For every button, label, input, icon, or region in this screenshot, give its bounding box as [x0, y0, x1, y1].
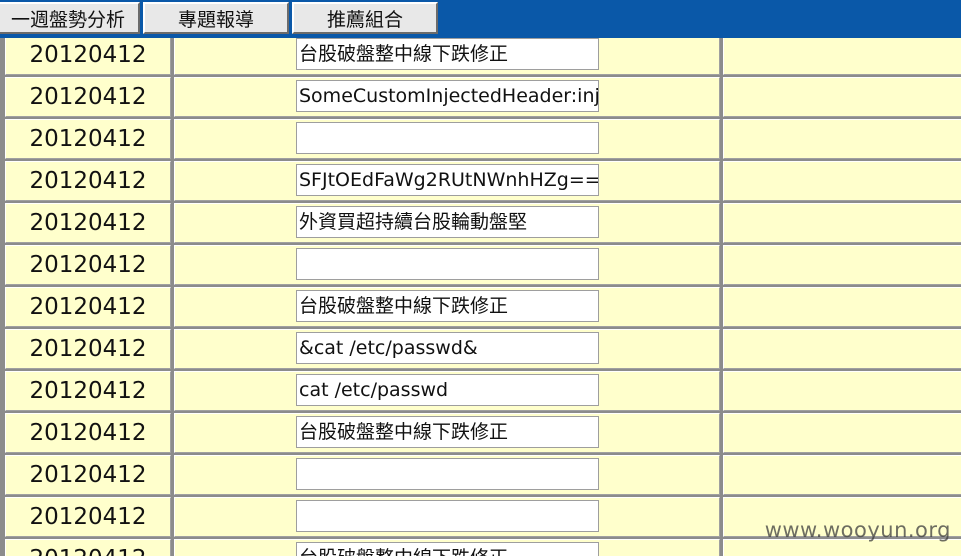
title-field[interactable]: SomeCustomInjectedHeader:injected_by_wvs: [296, 80, 599, 112]
title-cell: 外資買超持續台股輪動盤堅: [174, 203, 720, 243]
date-cell: 20120412: [5, 371, 171, 411]
date-cell: 20120412: [5, 539, 171, 556]
table-row: 20120412 外資買超持續台股輪動盤堅: [0, 203, 961, 245]
empty-cell: [723, 455, 961, 495]
date-cell: 20120412: [5, 77, 171, 117]
title-cell: 台股破盤整中線下跌修正: [174, 38, 720, 75]
date-text: 20120412: [29, 378, 147, 404]
table-row: 20120412 SomeCustomInjectedHeader:injecte…: [0, 77, 961, 119]
empty-cell: [723, 77, 961, 117]
top-tab-bar: 一週盤勢分析 專題報導 推薦組合: [0, 0, 961, 38]
date-text: 20120412: [29, 462, 147, 488]
date-cell: 20120412: [5, 203, 171, 243]
empty-cell: [723, 119, 961, 159]
empty-cell: [723, 161, 961, 201]
date-text: 20120412: [29, 126, 147, 152]
date-cell: 20120412: [5, 245, 171, 285]
title-cell: 台股破盤整中線下跌修正: [174, 413, 720, 453]
empty-cell: [723, 203, 961, 243]
table-row: 20120412: [0, 119, 961, 161]
date-text: 20120412: [29, 42, 147, 68]
table-row: 20120412: [0, 245, 961, 287]
date-text: 20120412: [29, 210, 147, 236]
title-cell: [174, 455, 720, 495]
title-cell: [174, 245, 720, 285]
title-field[interactable]: 台股破盤整中線下跌修正: [296, 416, 599, 448]
title-cell: 台股破盤整中線下跌修正: [174, 539, 720, 556]
title-cell: SomeCustomInjectedHeader:injected_by_wvs: [174, 77, 720, 117]
empty-cell: [723, 287, 961, 327]
title-field[interactable]: cat /etc/passwd: [296, 374, 599, 406]
date-cell: 20120412: [5, 119, 171, 159]
empty-cell: [723, 38, 961, 75]
empty-cell: [723, 329, 961, 369]
date-text: 20120412: [29, 252, 147, 278]
title-field[interactable]: [296, 122, 599, 154]
title-cell: cat /etc/passwd: [174, 371, 720, 411]
watermark: www.wooyun.org: [764, 518, 951, 542]
date-cell: 20120412: [5, 329, 171, 369]
table-row: 20120412 台股破盤整中線下跌修正: [0, 287, 961, 329]
title-field[interactable]: [296, 500, 599, 532]
table-row: 20120412: [0, 455, 961, 497]
title-field[interactable]: 外資買超持續台股輪動盤堅: [296, 206, 599, 238]
date-cell: 20120412: [5, 413, 171, 453]
title-field[interactable]: 台股破盤整中線下跌修正: [296, 542, 599, 556]
date-cell: 20120412: [5, 497, 171, 537]
table-row: 20120412 SFJtOEdFaWg2RUtNWnhHZg==: [0, 161, 961, 203]
title-cell: &cat /etc/passwd&: [174, 329, 720, 369]
tab-weekly-analysis[interactable]: 一週盤勢分析: [0, 2, 140, 34]
title-cell: 台股破盤整中線下跌修正: [174, 287, 720, 327]
title-cell: [174, 119, 720, 159]
table-row: 20120412 台股破盤整中線下跌修正: [0, 413, 961, 455]
date-text: 20120412: [29, 336, 147, 362]
title-field[interactable]: [296, 248, 599, 280]
title-cell: SFJtOEdFaWg2RUtNWnhHZg==: [174, 161, 720, 201]
title-field[interactable]: 台股破盤整中線下跌修正: [296, 290, 599, 322]
date-text: 20120412: [29, 504, 147, 530]
date-text: 20120412: [29, 168, 147, 194]
title-field[interactable]: 台股破盤整中線下跌修正: [296, 38, 599, 70]
empty-cell: [723, 371, 961, 411]
date-cell: 20120412: [5, 38, 171, 75]
table-row: 20120412 cat /etc/passwd: [0, 371, 961, 413]
date-cell: 20120412: [5, 455, 171, 495]
date-cell: 20120412: [5, 287, 171, 327]
tab-special-report[interactable]: 專題報導: [143, 2, 289, 34]
empty-cell: [723, 245, 961, 285]
title-field[interactable]: &cat /etc/passwd&: [296, 332, 599, 364]
title-field[interactable]: SFJtOEdFaWg2RUtNWnhHZg==: [296, 164, 599, 196]
empty-cell: [723, 413, 961, 453]
table-row: 20120412 台股破盤整中線下跌修正: [0, 38, 961, 77]
title-field[interactable]: [296, 458, 599, 490]
table-row: 20120412 &cat /etc/passwd&: [0, 329, 961, 371]
date-text: 20120412: [29, 84, 147, 110]
title-cell: [174, 497, 720, 537]
date-cell: 20120412: [5, 161, 171, 201]
date-text: 20120412: [29, 294, 147, 320]
date-text: 20120412: [29, 420, 147, 446]
date-text: 20120412: [6, 540, 170, 556]
data-grid: 20120412 台股破盤整中線下跌修正 20120412 SomeCustomInj…: [0, 38, 961, 556]
tab-recommended-portfolio[interactable]: 推薦組合: [292, 2, 438, 34]
